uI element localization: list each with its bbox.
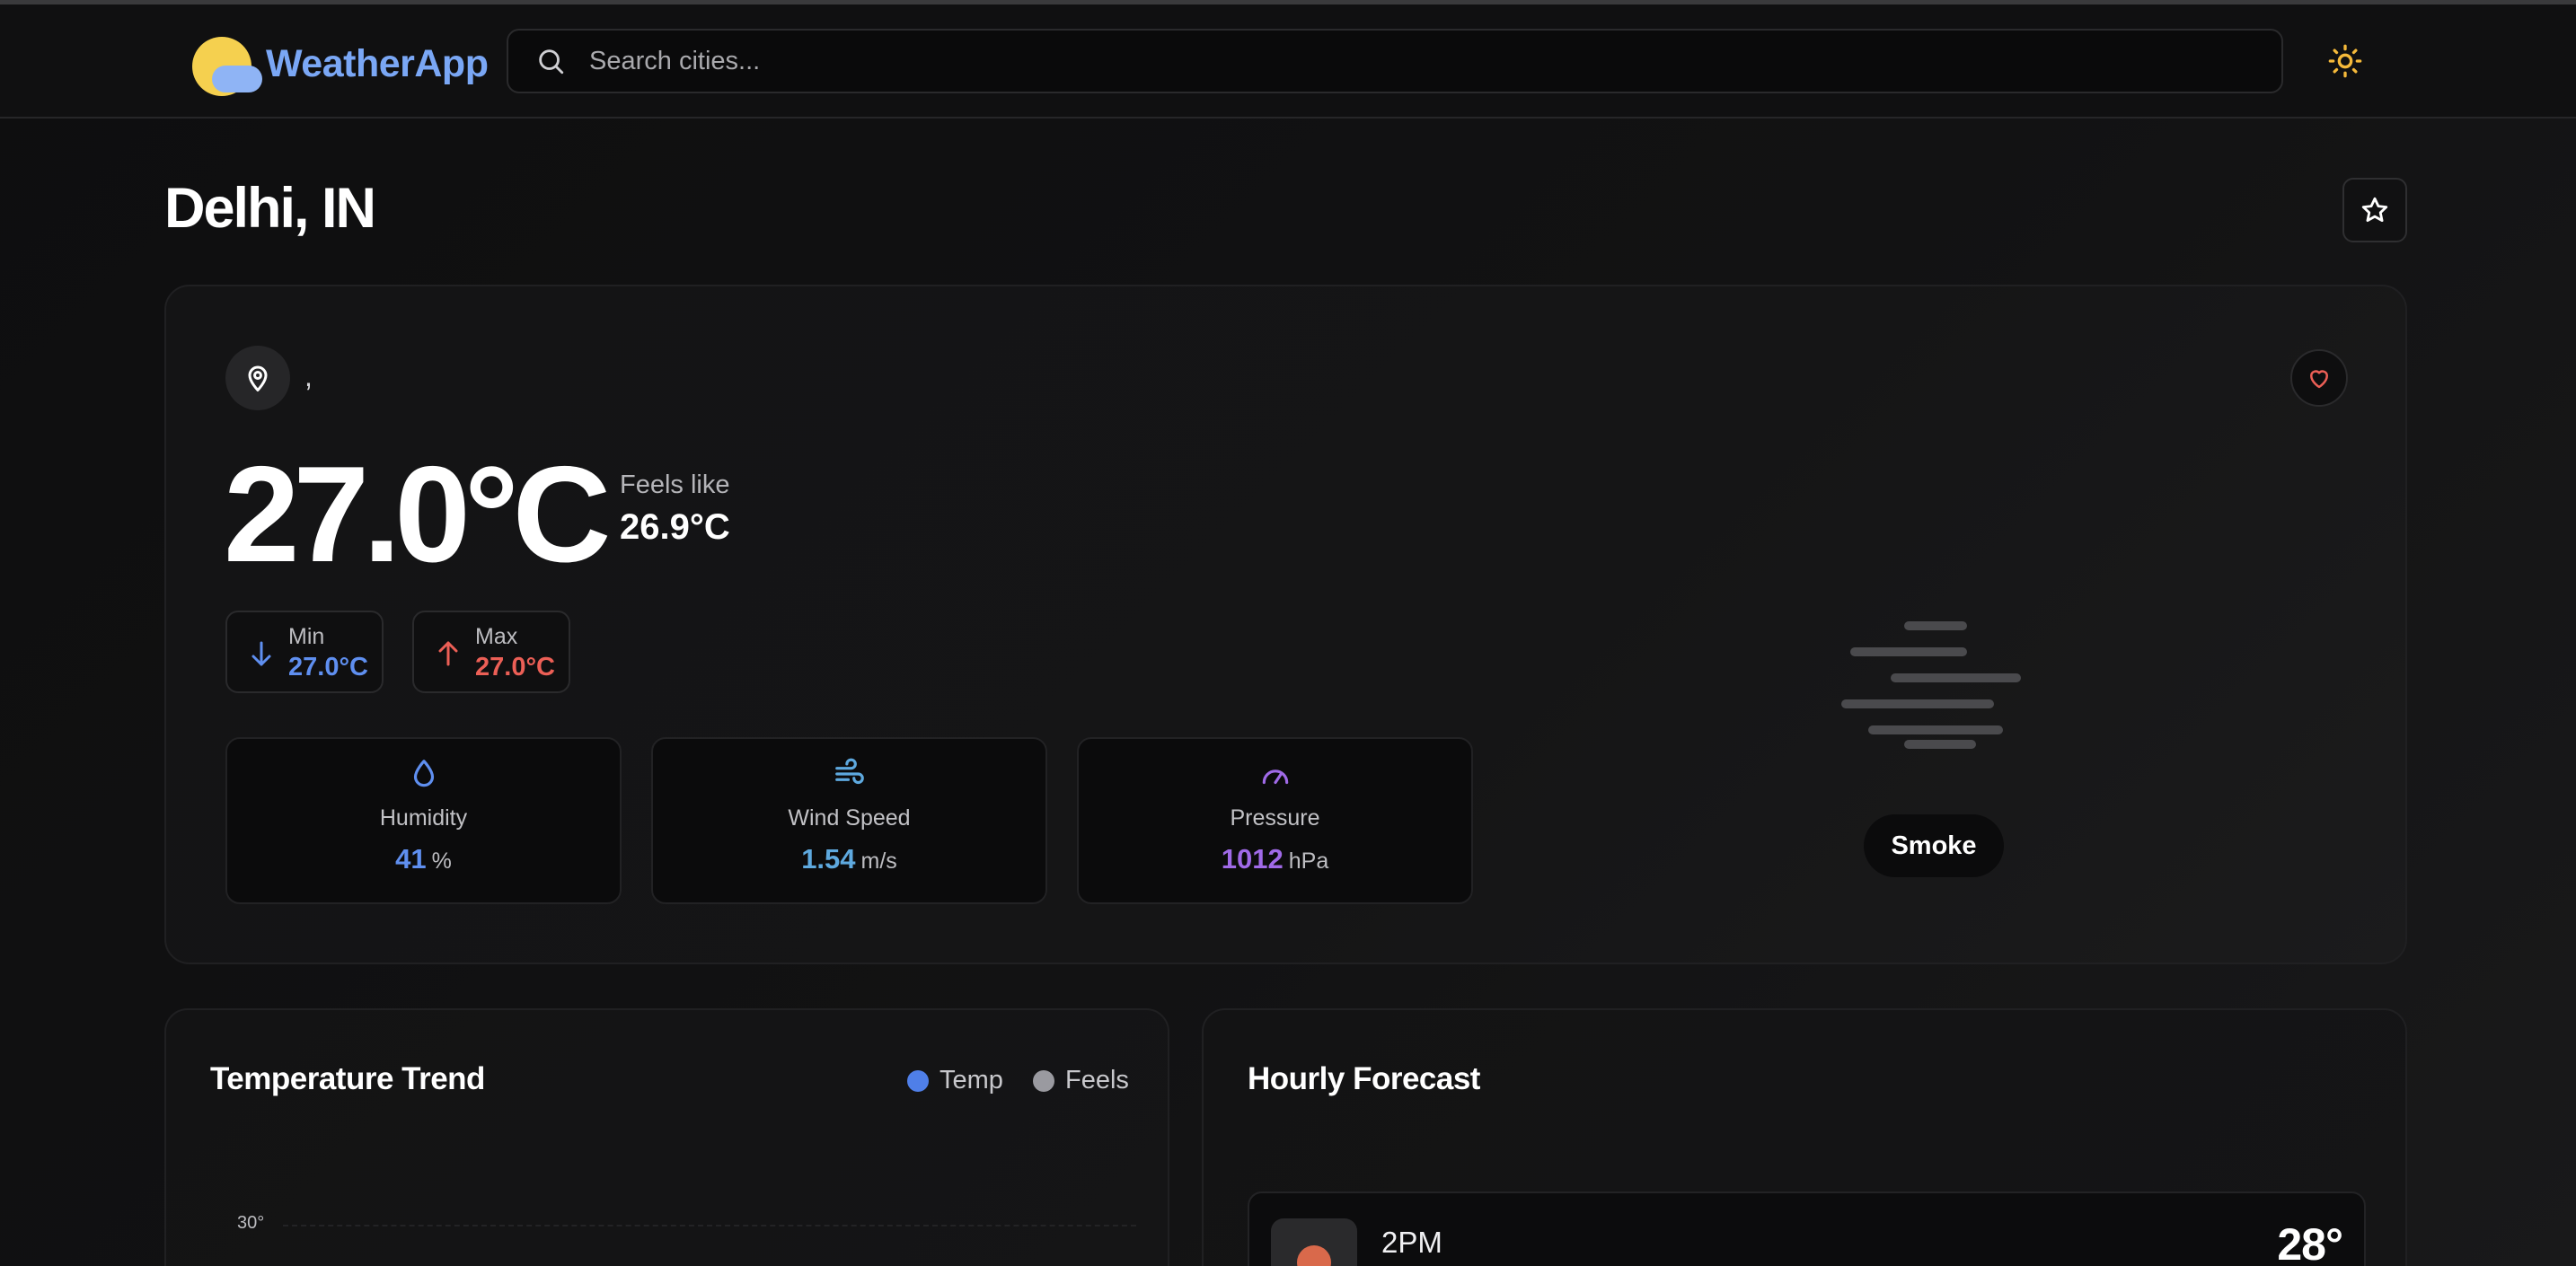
feels-like-label: Feels like bbox=[620, 470, 730, 499]
min-temp-label: Min bbox=[288, 624, 325, 649]
min-temp-value: 27.0°C bbox=[288, 653, 368, 681]
weather-app-page: WeatherApp Delhi, IN bbox=[0, 0, 2576, 1266]
favorite-star-button[interactable] bbox=[2342, 178, 2407, 242]
max-temp-label: Max bbox=[475, 624, 518, 649]
legend-feels-label: Feels bbox=[1065, 1066, 1129, 1095]
current-temperature: 27.0°C bbox=[224, 438, 611, 591]
wind-speed-card: Wind Speed 1.54 m/s bbox=[651, 737, 1047, 904]
current-weather-card: , 27.0°C Feels like 26.9°C Min 27.0°C Ma… bbox=[164, 285, 2407, 964]
hourly-forecast-card: Hourly Forecast 2PM 28° bbox=[1202, 1008, 2407, 1266]
humidity-unit: % bbox=[431, 848, 452, 874]
gauge-icon bbox=[1262, 769, 1288, 785]
wind-speed-label: Wind Speed bbox=[788, 805, 911, 831]
max-temp-value: 27.0°C bbox=[475, 653, 555, 681]
min-temp-chip: Min 27.0°C bbox=[225, 611, 384, 693]
hourly-title: Hourly Forecast bbox=[1248, 1061, 1480, 1096]
wind-speed-value: 1.54 bbox=[801, 843, 856, 875]
top-navbar: WeatherApp bbox=[0, 4, 2576, 119]
temperature-trend-card: Temperature Trend Temp Feels 30° bbox=[164, 1008, 1169, 1266]
hourly-weather-icon bbox=[1271, 1218, 1357, 1266]
wind-speed-unit: m/s bbox=[860, 848, 897, 874]
legend-temp-dot bbox=[907, 1069, 929, 1092]
logo-cloud-icon bbox=[212, 66, 262, 92]
legend-feels: Feels bbox=[1033, 1066, 1129, 1095]
legend-temp: Temp bbox=[907, 1066, 1003, 1095]
hourly-item[interactable]: 2PM 28° bbox=[1248, 1191, 2366, 1266]
hourly-time: 2PM bbox=[1381, 1226, 1442, 1259]
page-title: Delhi, IN bbox=[164, 177, 376, 240]
max-temp-chip: Max 27.0°C bbox=[412, 611, 570, 693]
trend-title: Temperature Trend bbox=[210, 1061, 485, 1096]
star-icon bbox=[2361, 197, 2388, 223]
humidity-value: 41 bbox=[395, 843, 427, 875]
pressure-value: 1012 bbox=[1221, 843, 1284, 875]
droplet-icon bbox=[413, 760, 434, 787]
condition-badge: Smoke bbox=[1864, 814, 2004, 877]
hourly-temp: 28° bbox=[2277, 1219, 2343, 1266]
arrow-down-icon bbox=[251, 641, 271, 666]
map-pin-icon bbox=[248, 365, 268, 391]
heart-icon bbox=[2310, 370, 2328, 389]
arrow-up-icon bbox=[438, 641, 458, 666]
favorite-heart-button[interactable] bbox=[2290, 349, 2348, 407]
humidity-card: Humidity 41% bbox=[225, 737, 622, 904]
feels-like-value: 26.9°C bbox=[620, 507, 730, 547]
pressure-card: Pressure 1012 hPa bbox=[1077, 737, 1473, 904]
location-subtitle: , bbox=[304, 360, 313, 392]
humidity-label: Humidity bbox=[379, 805, 468, 831]
location-badge bbox=[225, 346, 290, 410]
pressure-label: Pressure bbox=[1230, 805, 1320, 831]
chart-gridline bbox=[283, 1225, 1136, 1226]
y-axis-tick: 30° bbox=[237, 1213, 265, 1233]
theme-toggle-button[interactable] bbox=[2325, 40, 2366, 82]
search-bar[interactable] bbox=[507, 29, 2283, 93]
legend-feels-dot bbox=[1033, 1069, 1054, 1092]
search-icon bbox=[539, 49, 564, 75]
pressure-unit: hPa bbox=[1288, 848, 1329, 874]
legend-temp-label: Temp bbox=[940, 1066, 1003, 1095]
app-name: WeatherApp bbox=[266, 41, 489, 85]
smoke-haze-icon bbox=[1841, 621, 2021, 749]
sun-icon bbox=[1297, 1245, 1331, 1266]
app-logo[interactable]: WeatherApp bbox=[192, 30, 489, 98]
search-input[interactable] bbox=[589, 46, 2206, 76]
sun-icon bbox=[2328, 44, 2362, 78]
wind-icon bbox=[834, 758, 864, 785]
